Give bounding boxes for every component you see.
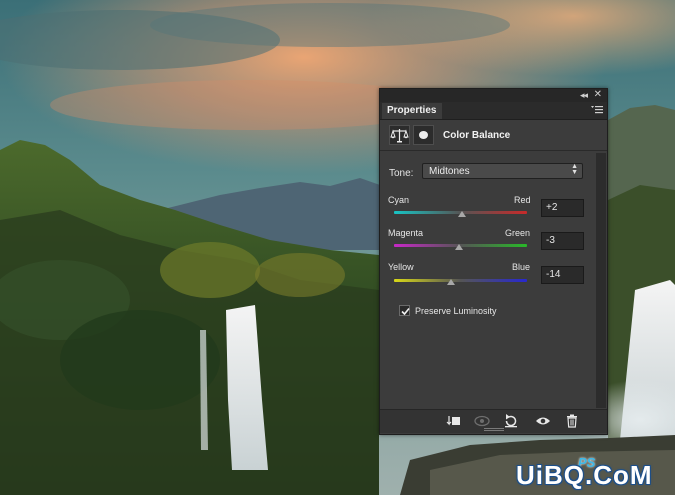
panel-title-row: Color Balance [380,120,607,151]
watermark-text: UiBQ.CoM [516,460,653,490]
tab-properties[interactable]: Properties [382,103,442,119]
cyan-red-value-field[interactable]: +2 [541,199,584,217]
balance-scale-icon[interactable] [389,125,410,145]
preserve-luminosity-checkbox[interactable] [399,305,410,316]
trash-icon[interactable] [563,413,581,429]
checkmark-icon [401,307,410,316]
view-previous-icon[interactable] [473,413,491,429]
magenta-green-slider-thumb[interactable] [454,244,463,250]
properties-panel: ◂◂ ✕ Properties Color Balance Tone: Midt… [379,88,608,435]
reset-icon[interactable] [502,413,520,429]
panel-menu-icon[interactable] [591,105,603,115]
slider-label-blue: Blue [512,262,531,272]
close-icon[interactable]: ✕ [594,89,602,100]
tone-select-value: Midtones [429,166,470,177]
resize-grip-icon[interactable] [484,428,504,432]
clip-to-layer-icon[interactable] [444,413,462,429]
eye-icon[interactable] [534,413,552,429]
slider-label-yellow: Yellow [388,262,414,272]
panel-top-strip: ◂◂ ✕ [380,89,607,102]
panel-scrollbar[interactable] [596,153,606,408]
chevron-updown-icon: ▲ ▼ [571,163,578,176]
tone-label: Tone: [389,168,414,179]
magenta-green-value-field[interactable]: -3 [541,232,584,250]
collapse-icon[interactable]: ◂◂ [580,90,588,101]
preserve-luminosity-label: Preserve Luminosity [415,306,497,316]
panel-tab-bar: Properties [380,102,607,120]
panel-title: Color Balance [443,130,511,141]
cyan-red-slider-thumb[interactable] [457,211,466,217]
yellow-blue-slider-track[interactable] [394,279,527,282]
slider-label-magenta: Magenta [388,228,424,238]
slider-label-red: Red [514,195,531,205]
tone-select[interactable]: Midtones ▲ ▼ [422,163,583,179]
slider-label-green: Green [505,228,531,238]
layer-mask-icon[interactable] [413,125,434,145]
yellow-blue-slider-thumb[interactable] [447,279,456,285]
yellow-blue-value-field[interactable]: -14 [541,266,584,284]
slider-label-cyan: Cyan [388,195,410,205]
